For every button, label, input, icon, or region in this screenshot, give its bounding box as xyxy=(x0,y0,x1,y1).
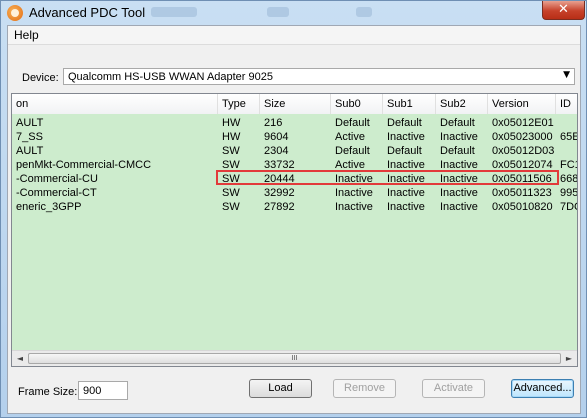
close-icon: ✕ xyxy=(558,2,569,17)
col-header-type[interactable]: Type xyxy=(218,94,260,114)
menu-bar: Help xyxy=(8,26,580,45)
remove-button[interactable]: Remove xyxy=(333,379,396,398)
blurred-title-text xyxy=(356,7,372,17)
cell-id: 668 xyxy=(560,173,577,185)
cell-sub2: Inactive xyxy=(440,131,478,143)
menu-help[interactable]: Help xyxy=(14,28,39,42)
cell-name: eneric_3GPP xyxy=(16,201,82,213)
cell-sub0: Inactive xyxy=(335,187,373,199)
cell-sub0: Active xyxy=(335,131,365,143)
cell-sub2: Inactive xyxy=(440,201,478,213)
cell-id: 7DC xyxy=(560,201,577,213)
load-button[interactable]: Load xyxy=(249,379,312,398)
cell-sub1: Inactive xyxy=(387,201,425,213)
list-header: on Type Size Sub0 Sub1 Sub2 Version ID xyxy=(12,94,577,115)
client-area: Help Device: Qualcomm HS-USB WWAN Adapte… xyxy=(7,25,581,414)
cell-name: penMkt-Commercial-CMCC xyxy=(16,159,152,171)
col-header-sub0[interactable]: Sub0 xyxy=(331,94,383,114)
cell-name: AULT xyxy=(16,145,44,157)
cell-sub1: Inactive xyxy=(387,131,425,143)
table-row[interactable]: AULT HW 216 Default Default Default 0x05… xyxy=(12,117,577,130)
device-dropdown[interactable]: Qualcomm HS-USB WWAN Adapter 9025 ▼ xyxy=(63,68,575,85)
cell-size: 27892 xyxy=(264,201,295,213)
cell-id: FC1 xyxy=(560,159,577,171)
cell-version: 0x05010820 xyxy=(492,201,553,213)
col-header-sub1[interactable]: Sub1 xyxy=(383,94,436,114)
cell-type: HW xyxy=(222,131,241,143)
app-logo-icon xyxy=(7,5,23,21)
table-row[interactable]: -Commercial-CT SW 32992 Inactive Inactiv… xyxy=(12,187,577,200)
cell-type: SW xyxy=(222,187,240,199)
scroll-right-icon[interactable]: ► xyxy=(561,351,577,366)
cell-version: 0x05012D03 xyxy=(492,145,555,157)
cell-name: AULT xyxy=(16,117,44,129)
cell-sub2: Inactive xyxy=(440,187,478,199)
cell-id xyxy=(556,117,577,130)
cell-name: -Commercial-CU xyxy=(16,173,98,185)
col-header-name[interactable]: on xyxy=(12,94,218,114)
table-row[interactable]: eneric_3GPP SW 27892 Inactive Inactive I… xyxy=(12,201,577,214)
device-value: Qualcomm HS-USB WWAN Adapter 9025 xyxy=(68,71,273,83)
device-label: Device: xyxy=(22,72,59,84)
advanced-button[interactable]: Advanced... xyxy=(511,379,574,398)
cell-name: -Commercial-CT xyxy=(16,187,97,199)
frame-size-input[interactable]: 900 xyxy=(78,381,128,400)
blurred-title-text xyxy=(267,7,289,17)
cell-id: 65E xyxy=(560,131,577,143)
cell-sub2: Default xyxy=(440,117,475,129)
col-header-id[interactable]: ID xyxy=(556,94,577,114)
cell-id: 995 xyxy=(560,187,577,199)
cell-sub1: Inactive xyxy=(387,187,425,199)
cell-name: 7_SS xyxy=(16,131,43,143)
scroll-grip-icon: III xyxy=(291,354,298,362)
table-row[interactable]: 7_SS HW 9604 Active Inactive Inactive 0x… xyxy=(12,131,577,144)
cell-sub0: Default xyxy=(335,145,370,157)
blurred-title-text xyxy=(151,7,197,17)
col-header-version[interactable]: Version xyxy=(488,94,556,114)
chevron-down-icon: ▼ xyxy=(563,70,570,80)
title-bar[interactable]: Advanced PDC Tool ✕ xyxy=(1,1,586,25)
cell-type: SW xyxy=(222,201,240,213)
cell-size: 32992 xyxy=(264,187,295,199)
cell-type: SW xyxy=(222,145,240,157)
cell-sub0: Inactive xyxy=(335,201,373,213)
list-body: AULT HW 216 Default Default Default 0x05… xyxy=(12,114,577,350)
frame-size-label: Frame Size: xyxy=(18,386,78,398)
col-header-sub2[interactable]: Sub2 xyxy=(436,94,488,114)
cell-sub1: Default xyxy=(387,145,422,157)
cell-version: 0x05011323 xyxy=(492,187,552,199)
horizontal-scrollbar[interactable]: ◄ III ► xyxy=(12,350,577,366)
scrollbar-thumb[interactable]: III xyxy=(28,353,561,364)
selected-row-highlight xyxy=(216,170,559,185)
window-title: Advanced PDC Tool xyxy=(29,5,146,20)
cell-size: 2304 xyxy=(264,145,289,157)
frame-size-value: 900 xyxy=(83,385,102,397)
pdc-list[interactable]: on Type Size Sub0 Sub1 Sub2 Version ID A… xyxy=(11,93,578,367)
cell-version: 0x05012E01 xyxy=(492,117,554,129)
cell-size: 9604 xyxy=(264,131,289,143)
activate-button[interactable]: Activate xyxy=(422,379,485,398)
table-row[interactable]: AULT SW 2304 Default Default Default 0x0… xyxy=(12,145,577,158)
cell-type: HW xyxy=(222,117,241,129)
cell-version: 0x05023000 xyxy=(492,131,553,143)
scroll-left-icon[interactable]: ◄ xyxy=(12,351,28,366)
cell-size: 216 xyxy=(264,117,283,129)
col-header-size[interactable]: Size xyxy=(260,94,331,114)
close-button[interactable]: ✕ xyxy=(542,1,585,20)
cell-sub1: Default xyxy=(387,117,422,129)
cell-id xyxy=(556,145,577,158)
cell-sub0: Default xyxy=(335,117,370,129)
app-window: Advanced PDC Tool ✕ Help Device: Qualcom… xyxy=(0,0,587,418)
cell-sub2: Default xyxy=(440,145,475,157)
